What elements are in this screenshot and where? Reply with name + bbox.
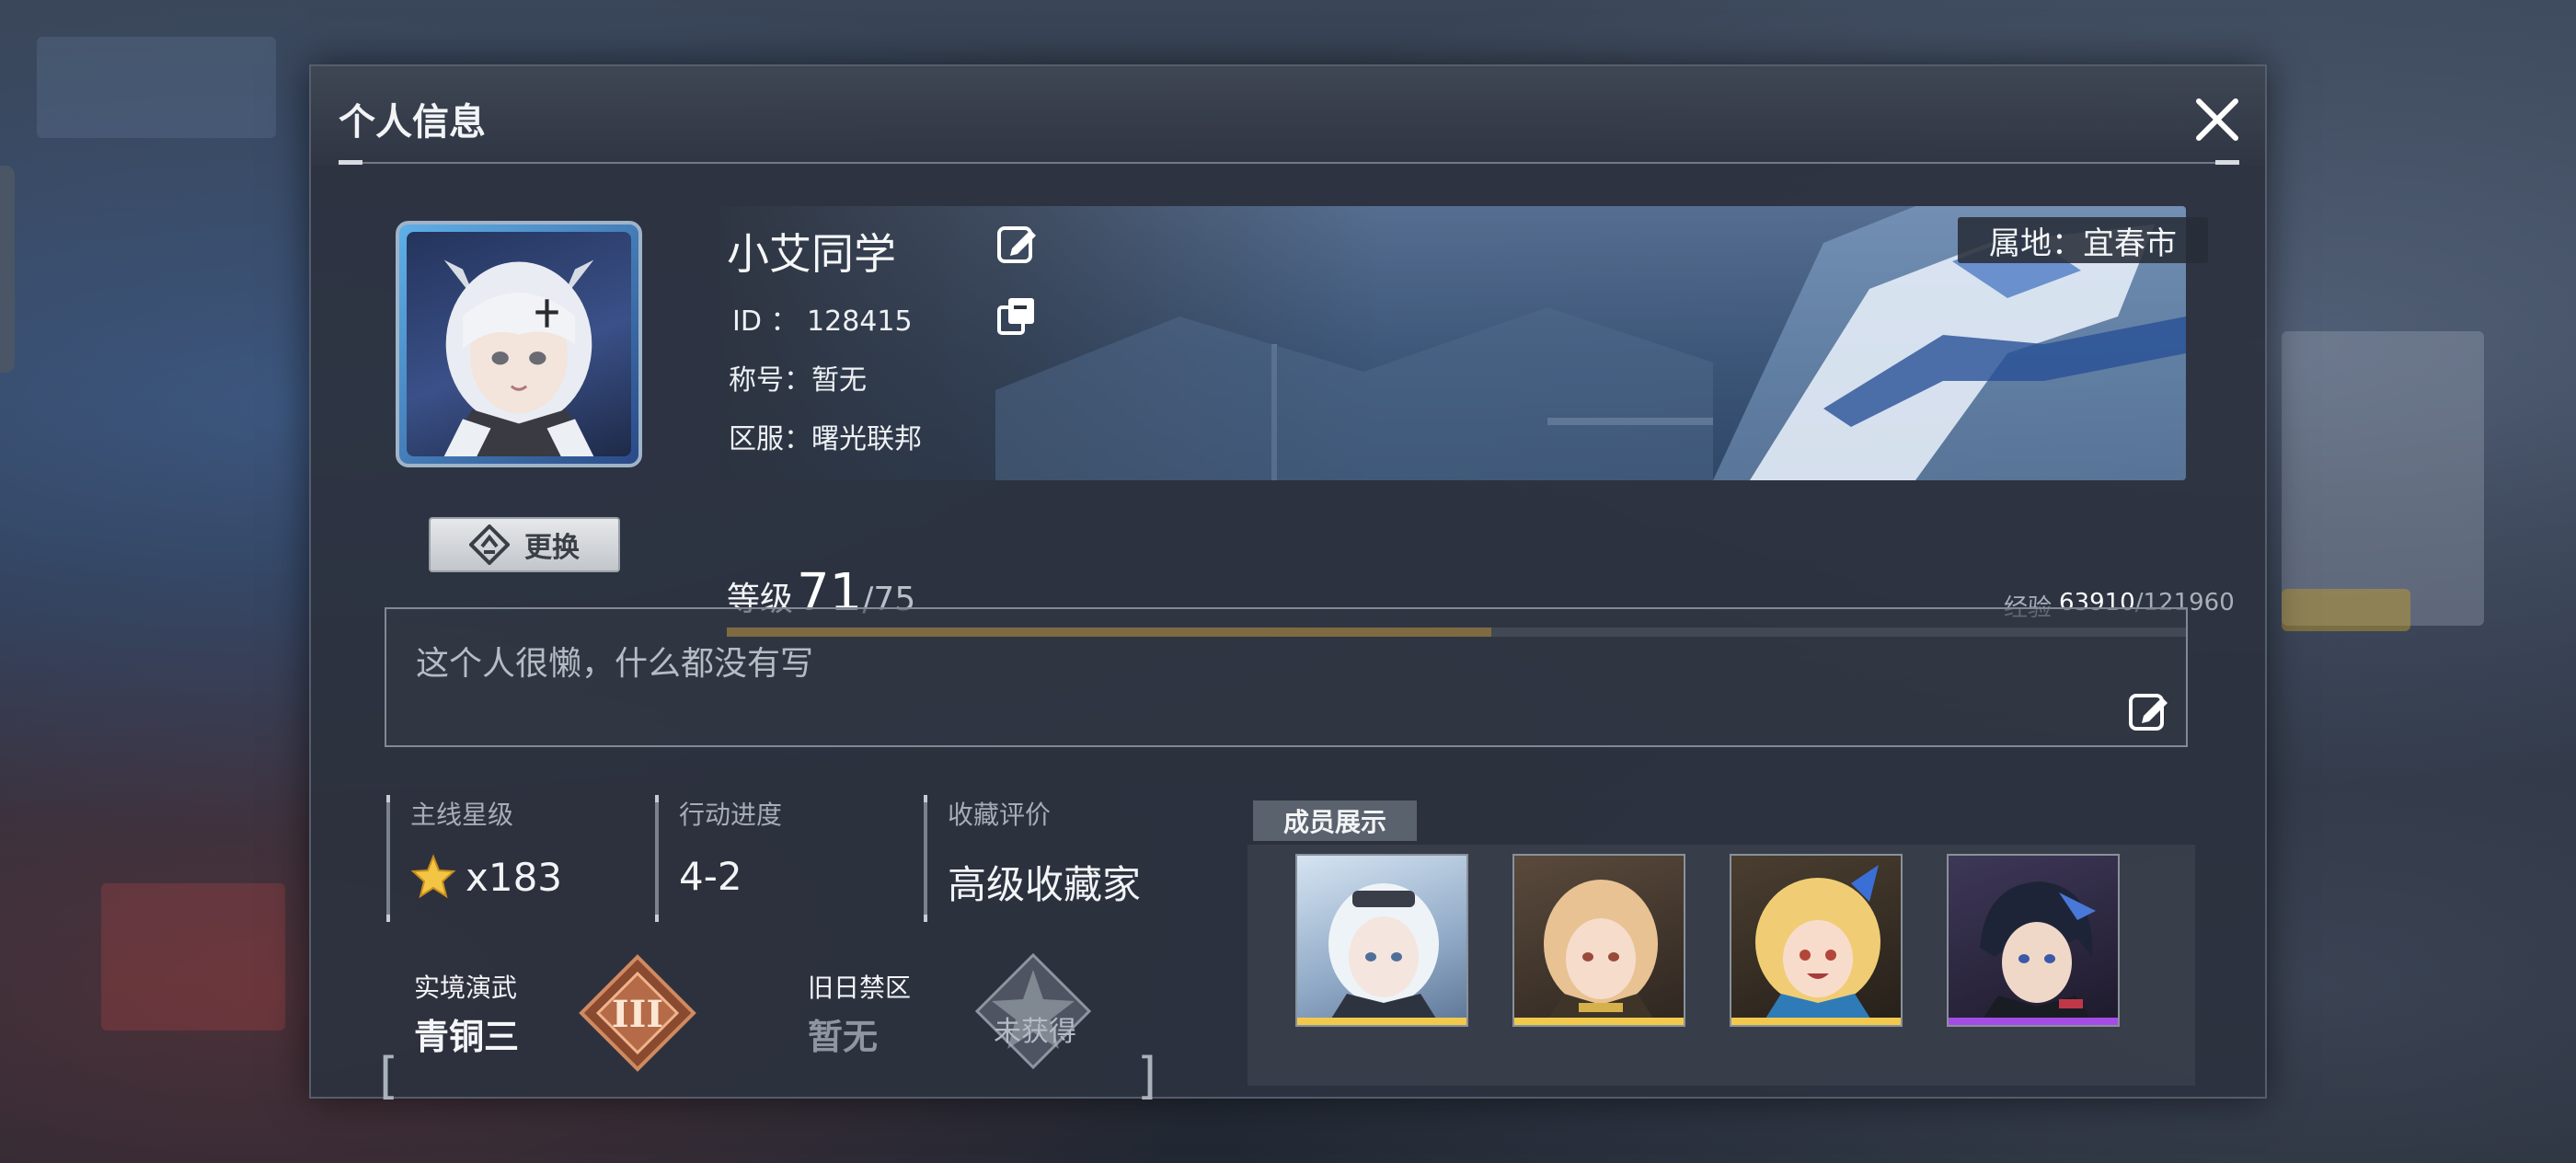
character-portrait-icon (1544, 880, 1658, 1025)
copy-icon (997, 298, 1034, 335)
copy-id-button[interactable] (995, 294, 1038, 337)
edit-signature-button[interactable] (2127, 690, 2169, 732)
side-tab[interactable] (0, 166, 15, 373)
members-title: 成员展示 (1253, 800, 1417, 841)
player-server: 区服：曙光联邦 (729, 423, 922, 455)
stat-label: 行动进度 (679, 800, 783, 830)
character-portrait-icon (1755, 865, 1880, 1025)
stat-action-progress: 行动进度 4-2 (655, 795, 782, 970)
bronze-rank-icon[interactable]: III (578, 953, 697, 1073)
edit-name-button[interactable] (995, 223, 1038, 265)
stat-label: 主线星级 (410, 800, 514, 830)
stat-collection-rating: 收藏评价 高级收藏家 (924, 795, 1141, 970)
rarity-bar (1514, 1018, 1684, 1025)
rank-value: 青铜三 (414, 1017, 520, 1057)
rank-label: 实境演武 (414, 973, 518, 1003)
rarity-bar (1297, 1018, 1466, 1025)
close-icon (2196, 98, 2238, 141)
edit-icon (2129, 694, 2168, 731)
character-portrait-icon (1978, 881, 2096, 1025)
background-blur (37, 37, 276, 138)
player-title: 称号：暂无 (729, 364, 867, 397)
stat-value-row: 高级收藏家 (948, 854, 1141, 910)
stat-value: 4-2 (679, 854, 742, 899)
avatar-portrait-icon (443, 259, 594, 456)
member-card[interactable] (1947, 854, 2120, 1027)
stat-value: 高级收藏家 (948, 862, 1142, 907)
avatar (407, 232, 631, 456)
swap-icon (469, 524, 510, 565)
signature-field[interactable]: 这个人很懒，什么都没有写 (385, 607, 2188, 747)
stat-value-row: x183 (410, 854, 562, 900)
header-divider (339, 160, 2239, 165)
profile-panel: 个人信息 更换 属地：宜春市 小艾同学 ID ： 128415 称号：暂无 区服… (309, 64, 2267, 1105)
player-id: ID ： 128415 (732, 305, 913, 338)
bracket-right: ] (1137, 1047, 1157, 1105)
member-card[interactable] (1730, 854, 1903, 1027)
edit-icon (997, 226, 1036, 263)
stat-value: x183 (466, 854, 563, 900)
signature-text: 这个人很懒，什么都没有写 (416, 645, 814, 683)
change-avatar-label: 更换 (524, 532, 580, 564)
bracket-left: [ (379, 1047, 399, 1105)
region-badge: 属地：宜春市 (1958, 217, 2208, 263)
close-button[interactable] (2190, 92, 2245, 147)
character-portrait-icon (1327, 883, 1441, 1025)
panel-header (311, 66, 2265, 166)
panel-title: 个人信息 (339, 101, 486, 144)
stat-label: 收藏评价 (948, 800, 1052, 830)
rank-label: 旧日禁区 (808, 973, 912, 1003)
rank-value: 暂无 (808, 1017, 879, 1057)
rank-emblem-text: III (612, 993, 663, 1036)
stat-value-row: 4-2 (679, 854, 782, 899)
player-name: 小艾同学 (727, 229, 896, 279)
member-card[interactable] (1295, 854, 1468, 1027)
rarity-bar (1731, 1018, 1901, 1025)
rarity-bar (1949, 1018, 2118, 1025)
unobtained-label: 未获得 (994, 1016, 1076, 1048)
change-avatar-button[interactable]: 更换 (429, 517, 620, 572)
member-card[interactable] (1512, 854, 1685, 1027)
background-blur (2282, 331, 2484, 626)
stat-main-stars: 主线星级 x183 (386, 795, 562, 970)
background-blur (101, 883, 285, 1031)
avatar-frame[interactable] (396, 221, 642, 467)
background-blur (2282, 589, 2410, 631)
star-icon (410, 854, 456, 899)
